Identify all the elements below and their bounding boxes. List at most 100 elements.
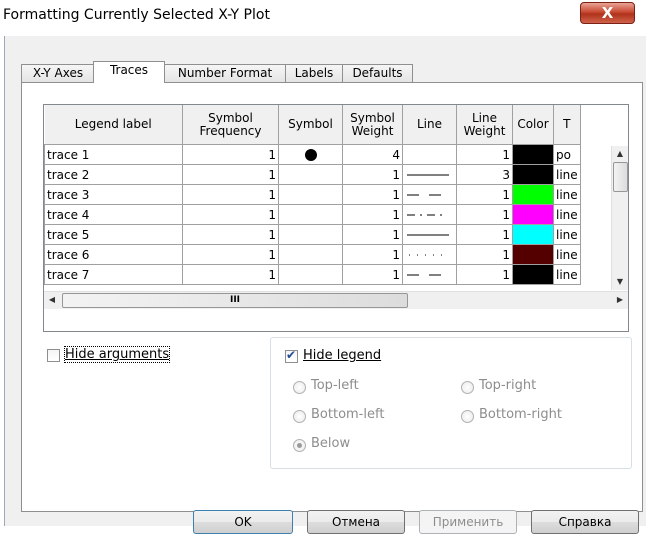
col-symbol[interactable]: Symbol (278, 105, 343, 145)
hide-legend-label[interactable]: Hide legend (303, 348, 381, 363)
table-row[interactable]: trace 7 1 1 1 line (44, 264, 581, 285)
table-row[interactable]: trace 5 1 1 1 line (44, 224, 581, 245)
legend-label-cell[interactable]: trace 1 (44, 144, 183, 165)
scroll-up-icon[interactable]: ▲ (612, 146, 628, 162)
close-button[interactable]: X (580, 2, 635, 24)
radio-bottom-left[interactable] (293, 410, 306, 423)
line-weight-cell[interactable]: 1 (456, 184, 513, 205)
symbol-frequency-cell[interactable]: 1 (182, 204, 279, 225)
symbol-weight-cell[interactable]: 1 (342, 264, 403, 285)
line-weight-cell[interactable]: 1 (456, 224, 513, 245)
scroll-right-icon[interactable]: ▶ (612, 292, 628, 308)
radio-top-right[interactable] (461, 381, 474, 394)
hide-legend-checkbox[interactable] (285, 348, 298, 363)
grid-horizontal-scrollbar[interactable]: ◀ III ▶ (44, 291, 628, 309)
symbol-cell[interactable] (278, 244, 343, 265)
col-symbol-frequency[interactable]: Symbol Frequency (182, 105, 279, 145)
line-weight-cell[interactable]: 1 (456, 244, 513, 265)
symbol-cell[interactable] (278, 264, 343, 285)
line-weight-cell[interactable]: 1 (456, 144, 513, 165)
tab-number-format[interactable]: Number Format (164, 64, 286, 82)
line-style-cell[interactable] (402, 264, 457, 285)
col-color[interactable]: Color (512, 105, 554, 145)
color-cell[interactable] (512, 204, 554, 225)
color-cell[interactable] (512, 164, 554, 185)
table-row[interactable]: trace 6 1 1 1 line (44, 244, 581, 265)
radio-bottom-left-label[interactable]: Bottom-left (311, 407, 384, 422)
symbol-frequency-cell[interactable]: 1 (182, 224, 279, 245)
line-weight-cell[interactable]: 1 (456, 204, 513, 225)
col-symbol-weight[interactable]: Symbol Weight (342, 105, 403, 145)
cancel-button[interactable]: Отмена (307, 510, 405, 534)
radio-below[interactable] (293, 439, 306, 452)
table-row[interactable]: trace 2 1 1 3 line (44, 164, 581, 185)
legend-label-cell[interactable]: trace 6 (44, 244, 183, 265)
line-style-cell[interactable] (402, 184, 457, 205)
line-style-cell[interactable] (402, 204, 457, 225)
type-cell[interactable]: line (553, 224, 581, 245)
symbol-frequency-cell[interactable]: 1 (182, 184, 279, 205)
color-cell[interactable] (512, 184, 554, 205)
col-line[interactable]: Line (402, 105, 457, 145)
symbol-frequency-cell[interactable]: 1 (182, 244, 279, 265)
tab-defaults[interactable]: Defaults (342, 64, 413, 82)
legend-label-cell[interactable]: trace 3 (44, 184, 183, 205)
line-weight-cell[interactable]: 3 (456, 164, 513, 185)
color-cell[interactable] (512, 244, 554, 265)
symbol-cell[interactable] (278, 184, 343, 205)
hide-arguments-checkbox[interactable] (47, 349, 60, 362)
symbol-weight-cell[interactable]: 1 (342, 184, 403, 205)
grid-vertical-scrollbar[interactable]: ▲ ▼ (611, 146, 628, 290)
legend-label-cell[interactable]: trace 7 (44, 264, 183, 285)
tab-xy-axes[interactable]: X-Y Axes (21, 64, 95, 82)
col-legend-label[interactable]: Legend label (44, 105, 183, 145)
tab-labels[interactable]: Labels (285, 64, 343, 82)
col-line-weight[interactable]: Line Weight (456, 105, 513, 145)
table-row[interactable]: trace 4 1 1 1 line (44, 204, 581, 225)
scroll-down-icon[interactable]: ▼ (612, 274, 628, 290)
vertical-scroll-thumb[interactable] (613, 162, 628, 192)
symbol-frequency-cell[interactable]: 1 (182, 144, 279, 165)
color-cell[interactable] (512, 144, 554, 165)
legend-label-cell[interactable]: trace 5 (44, 224, 183, 245)
type-cell[interactable]: line (553, 164, 581, 185)
apply-button[interactable]: Применить (419, 510, 517, 534)
symbol-weight-cell[interactable]: 1 (342, 244, 403, 265)
type-cell[interactable]: line (553, 244, 581, 265)
col-type[interactable]: T (553, 105, 581, 145)
scroll-left-icon[interactable]: ◀ (44, 292, 60, 308)
type-cell[interactable]: line (553, 184, 581, 205)
symbol-frequency-cell[interactable]: 1 (182, 264, 279, 285)
radio-bottom-right[interactable] (461, 410, 474, 423)
symbol-cell[interactable] (278, 224, 343, 245)
tab-traces[interactable]: Traces (93, 61, 165, 83)
line-style-cell[interactable] (402, 244, 457, 265)
symbol-cell[interactable] (278, 204, 343, 225)
type-cell[interactable]: po (553, 144, 581, 165)
symbol-frequency-cell[interactable]: 1 (182, 164, 279, 185)
table-row[interactable]: trace 1 1 4 1 po (44, 144, 581, 165)
help-button[interactable]: Справка (531, 510, 639, 534)
color-cell[interactable] (512, 224, 554, 245)
type-cell[interactable]: line (553, 204, 581, 225)
radio-below-label[interactable]: Below (311, 436, 350, 451)
symbol-weight-cell[interactable]: 1 (342, 164, 403, 185)
radio-top-left-label[interactable]: Top-left (311, 378, 359, 393)
table-row[interactable]: trace 3 1 1 1 line (44, 184, 581, 205)
legend-label-cell[interactable]: trace 2 (44, 164, 183, 185)
symbol-weight-cell[interactable]: 4 (342, 144, 403, 165)
legend-label-cell[interactable]: trace 4 (44, 204, 183, 225)
ok-button[interactable]: OK (193, 510, 293, 534)
line-style-cell[interactable] (402, 164, 457, 185)
traces-grid[interactable]: Legend label Symbol Frequency Symbol Sym… (43, 104, 629, 332)
line-weight-cell[interactable]: 1 (456, 264, 513, 285)
radio-top-right-label[interactable]: Top-right (479, 378, 536, 393)
symbol-cell[interactable] (278, 144, 343, 165)
type-cell[interactable]: line (553, 264, 581, 285)
line-style-cell[interactable] (402, 144, 457, 165)
symbol-weight-cell[interactable]: 1 (342, 204, 403, 225)
symbol-weight-cell[interactable]: 1 (342, 224, 403, 245)
radio-bottom-right-label[interactable]: Bottom-right (479, 407, 562, 422)
line-style-cell[interactable] (402, 224, 457, 245)
hide-arguments-label[interactable]: Hide arguments (63, 346, 171, 363)
